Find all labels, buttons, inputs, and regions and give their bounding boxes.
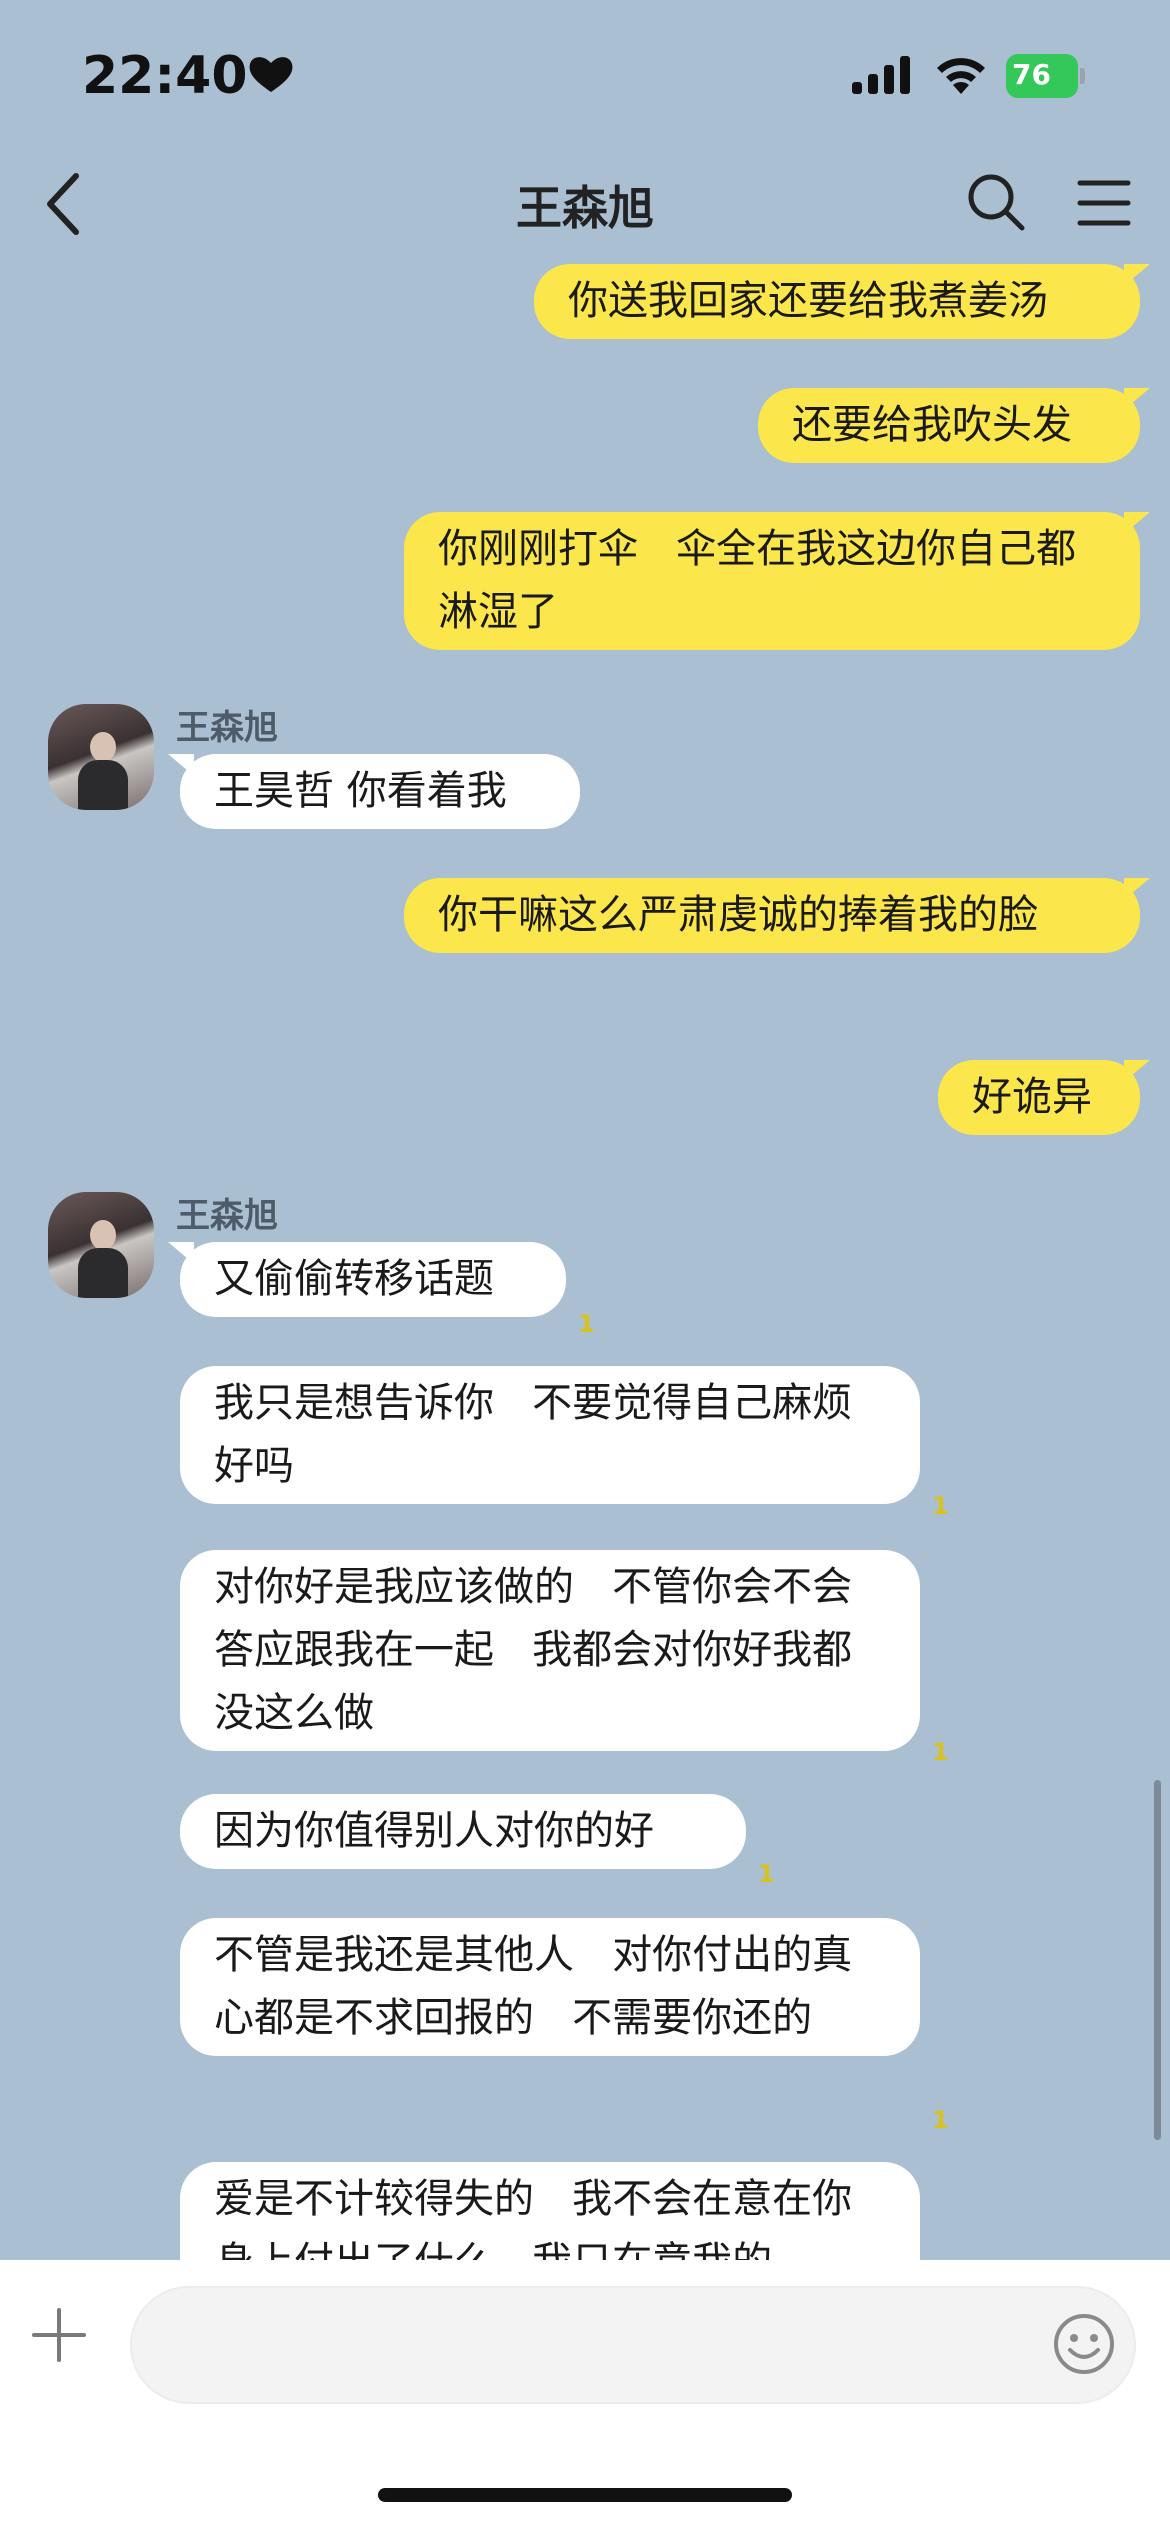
message-bubble-outgoing[interactable]: 还要给我吹头发: [758, 388, 1150, 463]
message-bubble-outgoing[interactable]: 你干嘛这么严肃虔诚的捧着我的脸: [404, 878, 1150, 953]
message-bubble-incoming[interactable]: 对你好是我应该做的 不管你会不会答应跟我在一起 我都会对你好我都没这么做: [180, 1550, 920, 1751]
heart-icon: [249, 57, 293, 92]
read-count: 1: [578, 1310, 595, 1338]
emoji-icon[interactable]: [1052, 2312, 1116, 2376]
message-bubble-incoming[interactable]: 又偷偷转移话题: [168, 1242, 566, 1317]
message-list[interactable]: 你送我回家还要给我煮姜汤 还要给我吹头发 你刚刚打伞 伞全在我这边你自己都淋湿了…: [0, 260, 1170, 2260]
status-time: 22:40: [82, 46, 248, 106]
battery-percentage: 76: [1012, 58, 1051, 91]
message-bubble-incoming[interactable]: 因为你值得别人对你的好: [180, 1794, 746, 1869]
search-icon[interactable]: [966, 172, 1026, 232]
signal-icon: [852, 56, 910, 94]
message-bubble-incoming[interactable]: 王昊哲 你看着我: [168, 754, 580, 829]
avatar[interactable]: [48, 1192, 154, 1298]
battery-icon: 76: [1006, 54, 1085, 98]
avatar[interactable]: [48, 704, 154, 810]
read-count: 1: [932, 1738, 949, 1766]
home-indicator[interactable]: [378, 2488, 792, 2502]
plus-icon[interactable]: [30, 2306, 88, 2364]
chat-header: 王森旭: [0, 150, 1170, 260]
sender-name: 王森旭: [176, 708, 278, 748]
wifi-icon: [937, 58, 985, 94]
message-bubble-incoming[interactable]: 我只是想告诉你 不要觉得自己麻烦好吗: [180, 1366, 920, 1504]
read-count: 1: [932, 2106, 949, 2134]
menu-icon[interactable]: [1076, 178, 1132, 228]
message-bubble-outgoing[interactable]: 你刚刚打伞 伞全在我这边你自己都淋湿了: [404, 512, 1150, 650]
message-input[interactable]: [130, 2286, 1136, 2404]
message-bubble-outgoing[interactable]: 好诡异: [938, 1060, 1150, 1135]
scrollbar[interactable]: [1154, 1780, 1161, 2140]
read-count: 1: [758, 1860, 775, 1888]
message-bubble-outgoing[interactable]: 你送我回家还要给我煮姜汤: [534, 264, 1150, 339]
sender-name: 王森旭: [176, 1196, 278, 1236]
read-count: 1: [932, 1492, 949, 1520]
message-bubble-incoming[interactable]: 爱是不计较得失的 我不会在意在你身上付出了什么 我只在意我的: [180, 2162, 920, 2260]
message-bubble-incoming[interactable]: 不管是我还是其他人 对你付出的真心都是不求回报的 不需要你还的: [180, 1918, 920, 2056]
status-bar: 22:40 76: [0, 0, 1170, 150]
